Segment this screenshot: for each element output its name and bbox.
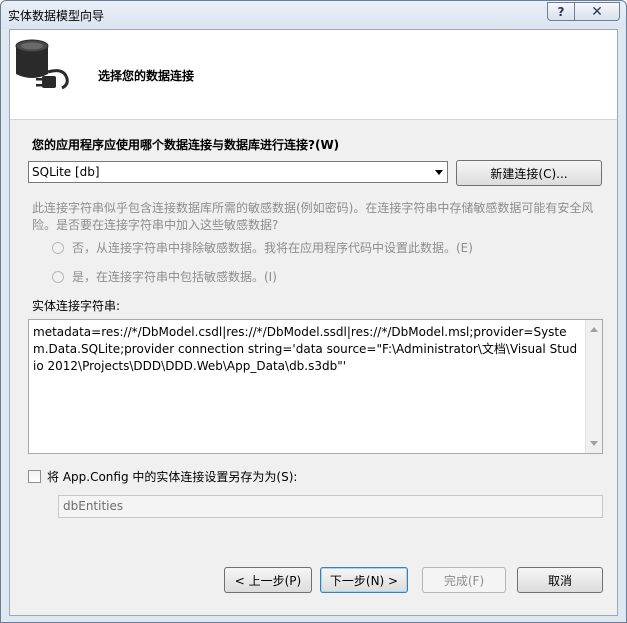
finish-button[interactable]: 完成(F) bbox=[422, 567, 506, 593]
wizard-content: 选择您的数据连接 您的应用程序应使用哪个数据连接与数据库进行连接?(W) SQL… bbox=[9, 29, 618, 616]
new-connection-button[interactable]: 新建连接(C)... bbox=[456, 160, 602, 186]
wizard-window: 实体数据模型向导 ? ✕ 选择您的数据连接 您的应用程序应使用哪个数据连接与数据… bbox=[0, 0, 627, 623]
page-title: 选择您的数据连接 bbox=[98, 69, 195, 83]
radio-exclude-label: 否，从连接字符串中排除敏感数据。我将在应用程序代码中设置此数据。(E) bbox=[72, 241, 473, 255]
radio-include-sensitive[interactable]: 是，在连接字符串中包括敏感数据。(I) bbox=[52, 268, 277, 285]
radio-exclude-sensitive[interactable]: 否，从连接字符串中排除敏感数据。我将在应用程序代码中设置此数据。(E) bbox=[52, 239, 473, 256]
help-button[interactable]: ? bbox=[547, 2, 575, 21]
title-bar[interactable]: 实体数据模型向导 ? ✕ bbox=[1, 1, 626, 29]
connection-question-label: 您的应用程序应使用哪个数据连接与数据库进行连接?(W) bbox=[32, 138, 340, 152]
close-button[interactable]: ✕ bbox=[575, 2, 620, 21]
radio-include-label: 是，在连接字符串中包括敏感数据。(I) bbox=[72, 270, 277, 284]
scroll-up-icon[interactable] bbox=[590, 327, 598, 332]
window-title: 实体数据模型向导 bbox=[8, 9, 105, 23]
entity-connection-text: metadata=res://*/DbModel.csdl|res://*/Db… bbox=[33, 325, 578, 373]
close-icon: ✕ bbox=[591, 3, 603, 20]
save-settings-checkbox-row[interactable]: 将 App.Config 中的实体连接设置另存为为(S): bbox=[28, 468, 297, 485]
scroll-down-icon[interactable] bbox=[590, 441, 598, 446]
entity-connection-textbox[interactable]: metadata=res://*/DbModel.csdl|res://*/Db… bbox=[28, 319, 603, 454]
radio-button-icon bbox=[52, 270, 64, 283]
previous-button[interactable]: < 上一步(P) bbox=[224, 567, 312, 593]
cancel-button[interactable]: 取消 bbox=[517, 567, 603, 593]
connection-dropdown-value: SQLite [db] bbox=[32, 165, 100, 179]
save-settings-checkbox[interactable] bbox=[28, 470, 41, 483]
entity-name-input[interactable]: dbEntities bbox=[58, 495, 603, 518]
entity-connection-label: 实体连接字符串: bbox=[32, 299, 121, 313]
next-button[interactable]: 下一步(N) > bbox=[320, 567, 408, 593]
connection-dropdown[interactable]: SQLite [db] bbox=[28, 161, 448, 183]
save-settings-label: 将 App.Config 中的实体连接设置另存为为(S): bbox=[47, 470, 298, 484]
title-buttons: ? ✕ bbox=[547, 2, 620, 21]
wizard-header: 选择您的数据连接 bbox=[10, 30, 617, 120]
database-plug-icon bbox=[15, 39, 69, 90]
chevron-down-icon bbox=[435, 170, 443, 175]
vertical-scrollbar[interactable] bbox=[585, 320, 602, 453]
radio-button-icon bbox=[52, 241, 64, 254]
sensitive-data-warning: 此连接字符串似乎包含连接数据库所需的敏感数据(例如密码)。在连接字符串中存储敏感… bbox=[32, 201, 594, 232]
